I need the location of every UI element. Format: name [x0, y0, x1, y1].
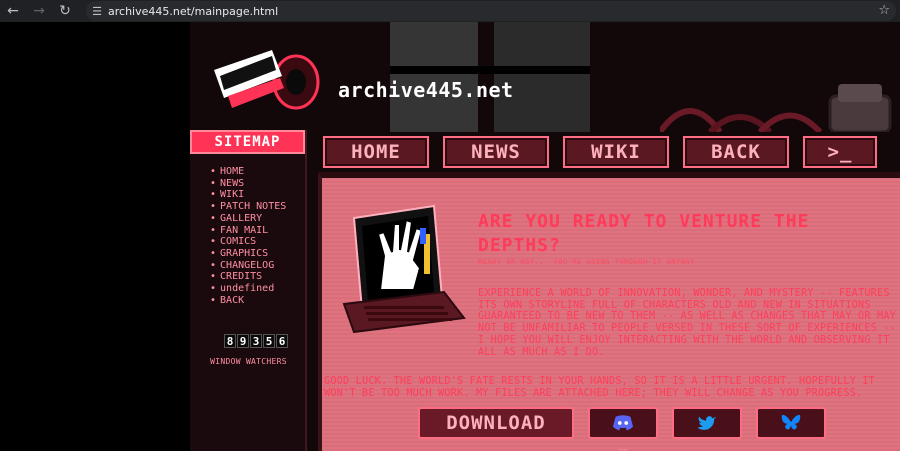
bullet-icon: • [210, 259, 217, 271]
sitemap-sidebar: SITEMAP • HOME • NEWS • WIKI • PATCH NOTES • GALL… [190, 130, 307, 451]
visitor-counter: 89356 [224, 334, 288, 348]
nav-news-button[interactable]: NEWS [443, 136, 549, 168]
bluesky-icon [781, 414, 801, 430]
header-window-art [390, 22, 590, 132]
discord-icon [612, 415, 634, 431]
site-name: archive445.net [338, 78, 514, 102]
footer-mark: == [618, 446, 628, 451]
header-pipes-art [660, 84, 892, 132]
sitemap-item[interactable]: • HOME [210, 166, 305, 178]
reload-icon[interactable]: ↻ [52, 0, 78, 22]
bullet-icon: • [210, 189, 217, 201]
intro-paragraph: EXPERIENCE A WORLD OF INNOVATION, WONDER… [478, 288, 897, 358]
sitemap-item-label[interactable]: GRAPHICS [220, 248, 268, 259]
page-viewport: archive445.net SITEMAP • HOME • NEWS • WIKI • P… [0, 22, 900, 451]
page-subline: READY OR NOT... YOU'RE GOING THROUGH IT … [478, 258, 695, 266]
main-content-panel: ARE YOU READY TO VENTURE THE DEPTHS? REA… [318, 172, 900, 451]
arrow-right-icon[interactable]: → [26, 0, 52, 22]
sitemap-item-label[interactable]: CREDITS [220, 271, 262, 282]
counter-label: WINDOW WATCHERS [210, 357, 287, 366]
sitemap-item-label[interactable]: COMICS [220, 236, 256, 247]
bullet-icon: • [210, 271, 217, 283]
counter-digit: 5 [263, 334, 275, 348]
sitemap-item[interactable]: • NEWS [210, 178, 305, 190]
bullet-icon: • [210, 236, 217, 248]
sitemap-item[interactable]: • PATCH NOTES [210, 201, 305, 213]
browser-toolbar: ← → ↻ ☰ archive445.net/mainpage.html ☆ [0, 0, 900, 22]
bullet-icon: • [210, 177, 217, 189]
twitter-icon [697, 416, 716, 430]
sitemap-item[interactable]: • COMICS [210, 236, 305, 248]
url-text[interactable]: archive445.net/mainpage.html [108, 5, 278, 18]
bluesky-button[interactable] [756, 407, 826, 439]
sitemap-item-label[interactable]: WIKI [220, 189, 244, 200]
laptop-hand-illustration [342, 204, 466, 333]
sitemap-item-label[interactable]: undefined [220, 283, 274, 294]
nav-home-button[interactable]: HOME [323, 136, 429, 168]
counter-digit: 6 [276, 334, 288, 348]
sitemap-item[interactable]: • BACK [210, 295, 305, 307]
sitemap-item[interactable]: • GRAPHICS [210, 248, 305, 260]
sitemap-list: • HOME • NEWS • WIKI • PATCH NOTES • GALLERY • FAN … [190, 154, 305, 306]
star-icon[interactable]: ☆ [878, 3, 890, 18]
sitemap-item[interactable]: • GALLERY [210, 213, 305, 225]
nav-terminal-button[interactable]: >_ [803, 136, 877, 168]
sitemap-item-label[interactable]: PATCH NOTES [220, 201, 286, 212]
main-nav: HOME NEWS WIKI BACK >_ [318, 132, 900, 172]
bullet-icon: • [210, 294, 217, 306]
arrow-left-icon[interactable]: ← [0, 0, 26, 22]
sitemap-item-label[interactable]: HOME [220, 166, 244, 177]
twitter-button[interactable] [672, 407, 742, 439]
sitemap-item[interactable]: • FAN MAIL [210, 225, 305, 237]
site-logo-icon [214, 50, 320, 110]
sitemap-item[interactable]: • undefined [210, 283, 305, 295]
counter-digit: 3 [250, 334, 262, 348]
action-row: DOWNLOAD [418, 407, 826, 439]
bullet-icon: • [210, 166, 217, 177]
sitemap-item-label[interactable]: NEWS [220, 178, 244, 189]
sitemap-item[interactable]: • CHANGELOG [210, 260, 305, 272]
download-button[interactable]: DOWNLOAD [418, 407, 574, 439]
address-bar[interactable]: ☰ archive445.net/mainpage.html ☆ [86, 1, 896, 21]
sitemap-item-label[interactable]: CHANGELOG [220, 260, 274, 271]
bullet-icon: • [210, 212, 217, 224]
counter-digit: 8 [224, 334, 236, 348]
sitemap-item-label[interactable]: GALLERY [220, 213, 262, 224]
sitemap-item[interactable]: • WIKI [210, 189, 305, 201]
nav-wiki-button[interactable]: WIKI [563, 136, 669, 168]
sitemap-title: SITEMAP [190, 130, 305, 154]
sitemap-item-label[interactable]: FAN MAIL [220, 225, 268, 236]
sitemap-item-label[interactable]: BACK [220, 295, 244, 306]
sitemap-item[interactable]: • CREDITS [210, 271, 305, 283]
bullet-icon: • [210, 283, 217, 295]
luck-paragraph: GOOD LUCK. THE WORLD'S FATE RESTS IN YOU… [324, 376, 876, 399]
site-container: archive445.net SITEMAP • HOME • NEWS • WIKI • P… [190, 22, 900, 451]
tune-icon[interactable]: ☰ [86, 1, 108, 21]
bullet-icon: • [210, 247, 217, 259]
counter-digit: 9 [237, 334, 249, 348]
bullet-icon: • [210, 201, 217, 213]
discord-button[interactable] [588, 407, 658, 439]
bullet-icon: • [210, 224, 217, 236]
nav-back-button[interactable]: BACK [683, 136, 789, 168]
page-headline: ARE YOU READY TO VENTURE THE DEPTHS? [478, 211, 810, 256]
